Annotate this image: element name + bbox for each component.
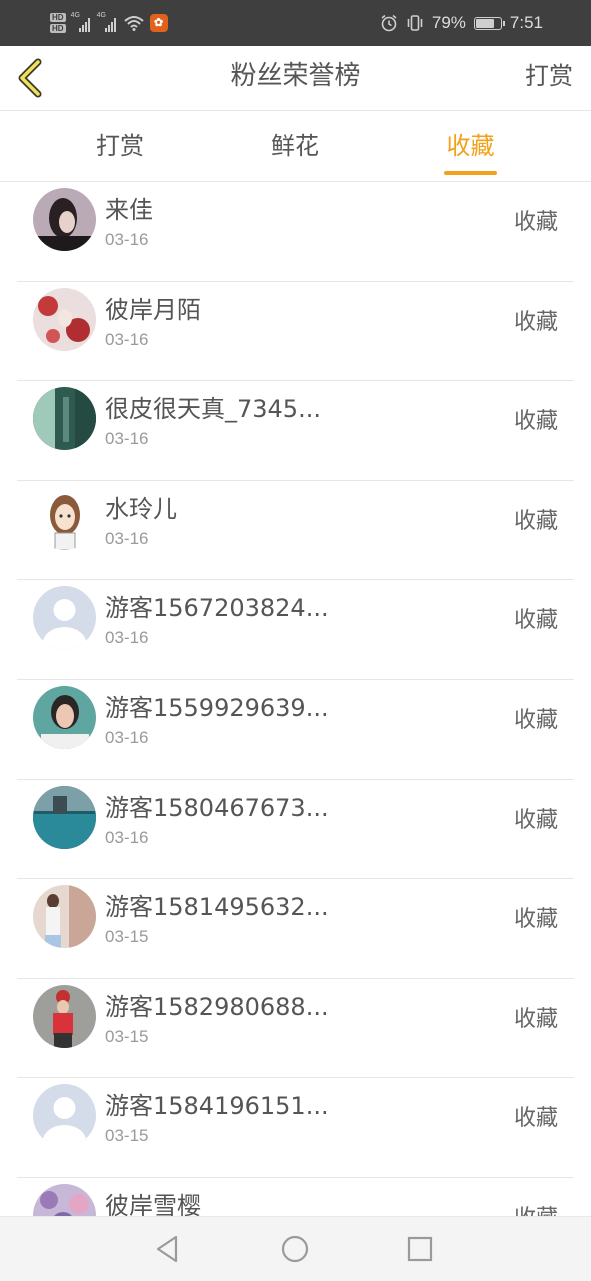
back-triangle-icon[interactable] <box>150 1231 186 1267</box>
fan-date: 03-16 <box>105 727 149 747</box>
tab-label: 鲜花 <box>271 132 319 160</box>
fan-date: 03-16 <box>105 230 149 249</box>
network-type-2: 4G <box>96 12 106 19</box>
battery-percent: 79% <box>431 13 466 32</box>
active-tab-indicator <box>444 171 497 175</box>
cartoon-avatar <box>33 486 96 550</box>
action-label: 收藏 <box>513 907 558 933</box>
action-label: 收藏 <box>513 210 558 235</box>
vibrate-icon <box>407 15 423 31</box>
action-label: 收藏 <box>513 409 558 435</box>
tab-label: 打赏 <box>96 132 144 160</box>
user-photo-avatar <box>33 785 96 849</box>
hd-badge-2: HD <box>50 24 66 33</box>
user-photo-avatar <box>33 685 96 749</box>
action-label: 收藏 <box>513 309 558 335</box>
default-avatar <box>33 1084 96 1148</box>
fan-name: 游客1581495632... <box>105 893 329 922</box>
battery-icon <box>473 16 505 30</box>
header-bar: 粉丝荣誉榜 打赏 <box>0 46 591 111</box>
list-item[interactable]: 彼岸雪樱 收藏 <box>17 1178 574 1216</box>
tab-reward[interactable]: 打赏 <box>70 111 170 181</box>
fan-name: 游客1582980688... <box>105 992 329 1021</box>
user-photo-avatar <box>33 885 96 949</box>
recents-square-icon[interactable] <box>402 1231 438 1267</box>
action-label: 收藏 <box>513 1006 558 1032</box>
user-photo-avatar <box>33 387 96 451</box>
tab-favorites[interactable]: 收藏 <box>444 111 497 181</box>
signal-icon: 4G <box>70 12 92 32</box>
wifi-icon <box>123 16 144 31</box>
tab-bar: 打赏 鲜花 收藏 <box>0 111 591 182</box>
hd-indicator: HD HD <box>50 13 66 33</box>
fan-name: 很皮很天真_7345... <box>105 395 321 424</box>
user-photo-avatar <box>33 188 96 251</box>
fan-name: 游客1580467673... <box>105 793 329 822</box>
list-item[interactable]: 游客1581495632... 03-15 收藏 <box>17 879 574 979</box>
system-nav-bar <box>0 1216 591 1281</box>
fan-name: 游客1567203824... <box>105 594 329 623</box>
fan-date: 03-15 <box>105 1026 149 1046</box>
network-type-1: 4G <box>70 12 80 19</box>
status-left: HD HD 4G 4G ✿ <box>50 8 168 38</box>
user-photo-avatar <box>33 984 96 1048</box>
fan-date: 03-16 <box>105 528 149 548</box>
default-avatar <box>33 586 96 650</box>
action-label: 收藏 <box>513 508 558 534</box>
list-item[interactable]: 游客1584196151... 03-15 收藏 <box>17 1078 574 1178</box>
list-item[interactable]: 游客1567203824... 03-16 收藏 <box>17 580 574 680</box>
fan-date: 03-15 <box>105 1126 149 1146</box>
list-item[interactable]: 来佳 03-16 收藏 <box>17 182 574 282</box>
action-label: 收藏 <box>513 707 558 733</box>
fan-name: 彼岸雪樱 <box>105 1191 201 1216</box>
app-notification-icon: ✿ <box>149 14 168 32</box>
list-item[interactable]: 彼岸月陌 03-16 收藏 <box>17 282 574 382</box>
user-photo-avatar <box>33 287 96 351</box>
fan-name: 来佳 <box>105 196 153 224</box>
signal-icon-2: 4G <box>96 12 118 32</box>
list-item[interactable]: 水玲儿 03-16 收藏 <box>17 481 574 581</box>
clock: 7:51 <box>509 13 543 32</box>
action-label: 收藏 <box>513 608 558 634</box>
hd-badge-1: HD <box>50 13 66 22</box>
fan-date: 03-16 <box>105 429 149 449</box>
page-title: 粉丝荣誉榜 <box>230 61 361 91</box>
action-label: 收藏 <box>514 1200 558 1216</box>
fan-name: 游客1584196151... <box>105 1092 329 1121</box>
action-label: 收藏 <box>513 807 558 833</box>
fan-date: 03-16 <box>105 628 149 648</box>
status-bar: HD HD 4G 4G ✿ 79% 7:51 <box>0 0 591 46</box>
status-right: 79% 7:51 <box>380 8 543 38</box>
battery-level <box>475 18 495 28</box>
list-item[interactable]: 游客1580467673... 03-16 收藏 <box>17 780 574 880</box>
fan-name: 游客1559929639... <box>105 693 329 722</box>
fan-name: 彼岸月陌 <box>105 295 201 324</box>
action-label: 收藏 <box>513 1106 558 1132</box>
reward-button[interactable]: 打赏 <box>525 46 573 110</box>
fan-list[interactable]: 来佳 03-16 收藏 彼岸月陌 03-16 收藏 很皮很天真_7345... … <box>0 182 591 1216</box>
fan-date: 03-16 <box>105 827 149 847</box>
tab-flowers[interactable]: 鲜花 <box>245 111 345 181</box>
fan-date: 03-15 <box>105 927 149 947</box>
home-circle-icon[interactable] <box>277 1231 313 1267</box>
alarm-icon <box>381 14 397 32</box>
tab-label: 收藏 <box>446 132 495 160</box>
list-item[interactable]: 游客1582980688... 03-15 收藏 <box>17 979 574 1079</box>
user-photo-avatar <box>33 1183 96 1216</box>
fan-date: 03-16 <box>105 329 149 349</box>
fan-name: 水玲儿 <box>105 494 177 523</box>
list-item[interactable]: 很皮很天真_7345... 03-16 收藏 <box>17 381 574 481</box>
list-item[interactable]: 游客1559929639... 03-16 收藏 <box>17 680 574 780</box>
